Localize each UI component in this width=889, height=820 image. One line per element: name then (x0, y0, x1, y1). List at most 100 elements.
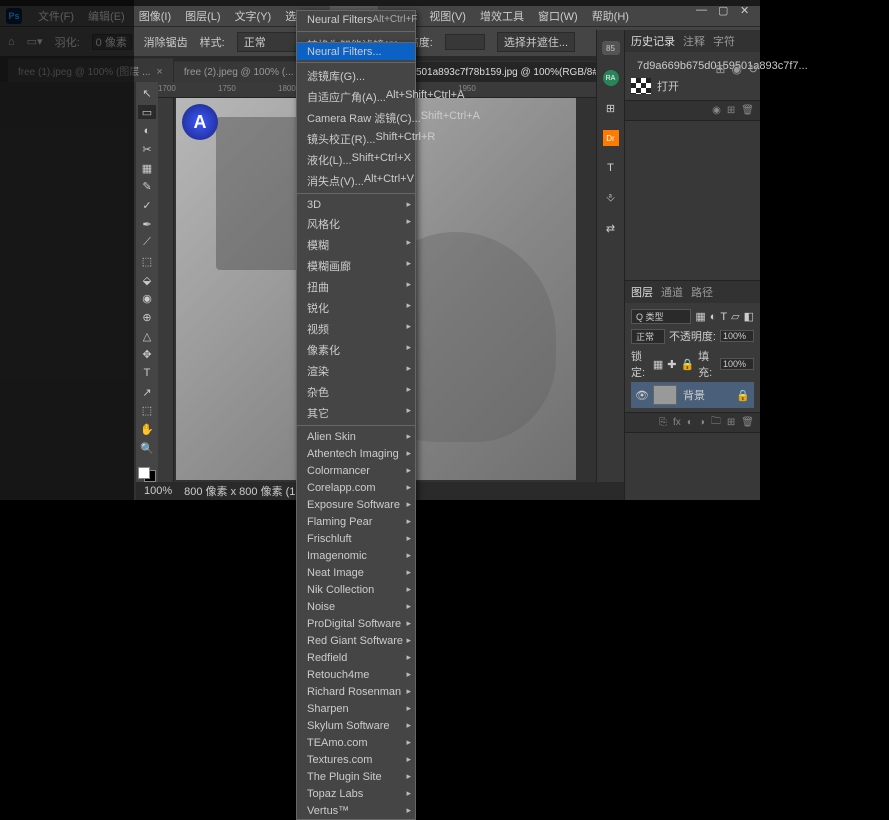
panel-tab[interactable]: 图层 (631, 284, 653, 300)
menu-图层l[interactable]: 图层(L) (179, 6, 226, 26)
tool-1[interactable]: ▭ (138, 105, 156, 120)
menu-文件f[interactable]: 文件(F) (32, 6, 80, 26)
new-state-icon[interactable]: ⊞ (727, 105, 735, 116)
panel-icon-5[interactable]: ⎀ (601, 188, 621, 208)
submenu-item[interactable]: TEAmo.com (297, 734, 415, 751)
lock-pixels-icon[interactable]: ▦ (653, 358, 663, 371)
submenu-item[interactable]: 渲染 (297, 360, 415, 381)
tool-11[interactable]: ◉ (138, 291, 156, 306)
snapshot-icon[interactable]: ◉ (712, 105, 721, 116)
menu-增效工具[interactable]: 增效工具 (474, 6, 530, 26)
tool-3[interactable]: ✂ (138, 142, 156, 157)
layer-row[interactable]: 👁 背景 🔒 (631, 382, 754, 408)
submenu-item[interactable]: Red Giant Software (297, 632, 415, 649)
submenu-item[interactable]: 扭曲 (297, 276, 415, 297)
submenu-item[interactable]: 镜头校正(R)...Shift+Ctrl+R (297, 128, 415, 149)
tool-preset-icon[interactable]: ▭▾ (27, 35, 43, 48)
tool-9[interactable]: ⬚ (138, 254, 156, 269)
fx-icon[interactable]: fx (673, 417, 681, 428)
submenu-item[interactable]: Corelapp.com (297, 479, 415, 496)
submenu-item[interactable]: Flaming Pear (297, 513, 415, 530)
panel-tab[interactable]: 字符 (713, 33, 735, 49)
submenu-item[interactable]: Alien Skin (297, 428, 415, 445)
panel-icon-6[interactable]: ⇄ (601, 218, 621, 238)
panel-tab[interactable]: 路径 (691, 284, 713, 300)
submenu-item[interactable]: Frischluft (297, 530, 415, 547)
submenu-item[interactable]: Skylum Software (297, 717, 415, 734)
tool-19[interactable]: 🔍 (138, 441, 156, 456)
panel-util-icon[interactable]: ⊞ (715, 62, 725, 76)
tool-13[interactable]: △ (138, 329, 156, 344)
submenu-item[interactable]: 杂色 (297, 381, 415, 402)
tool-12[interactable]: ⊕ (138, 310, 156, 325)
panel-icon-0[interactable]: 85 (601, 38, 621, 58)
submenu-item[interactable]: Colormancer (297, 462, 415, 479)
tool-16[interactable]: ↗ (138, 385, 156, 400)
submenu-item[interactable]: Textures.com (297, 751, 415, 768)
panel-util-icon[interactable]: ↻ (748, 62, 758, 76)
filter-smart-icon[interactable]: ◧ (744, 310, 754, 323)
submenu-item[interactable]: Camera Raw 滤镜(C)...Shift+Ctrl+A (297, 107, 415, 128)
menu-图像i[interactable]: 图像(I) (133, 6, 177, 26)
submenu-item[interactable]: Imagenomic (297, 547, 415, 564)
close-icon[interactable]: × (156, 66, 162, 78)
home-icon[interactable]: ⌂ (8, 36, 15, 48)
submenu-item[interactable]: 其它 (297, 402, 415, 423)
submenu-item[interactable]: 自适应广角(A)...Alt+Shift+Ctrl+A (297, 86, 415, 107)
tool-2[interactable]: ◐ (138, 123, 156, 138)
filter-adjust-icon[interactable]: ◐ (710, 311, 717, 323)
menu-视图v[interactable]: 视图(V) (423, 6, 472, 26)
filter-pixel-icon[interactable]: ▦ (695, 310, 705, 323)
panel-tab[interactable]: 注释 (683, 33, 705, 49)
submenu-item[interactable]: 锐化 (297, 297, 415, 318)
group-icon[interactable]: 🗀 (711, 414, 721, 431)
submenu-item[interactable]: Neural Filters... (297, 43, 415, 60)
trash-icon[interactable]: 🗑 (741, 417, 754, 428)
submenu-item[interactable]: 液化(L)...Shift+Ctrl+X (297, 149, 415, 170)
submenu-item[interactable]: ProDigital Software (297, 615, 415, 632)
visibility-icon[interactable]: 👁 (635, 389, 647, 402)
lock-position-icon[interactable]: ✚ (667, 358, 676, 371)
tool-0[interactable]: ↖ (138, 86, 156, 101)
panel-tab[interactable]: 历史记录 (631, 33, 675, 49)
panel-icon-4[interactable]: T (601, 158, 621, 178)
submenu-item[interactable]: Vertus™ (297, 802, 415, 819)
delete-icon[interactable]: 🗑 (741, 105, 754, 116)
panel-tab[interactable]: 通道 (661, 284, 683, 300)
adjustment-icon[interactable]: ◑ (699, 417, 705, 428)
menu-帮助h[interactable]: 帮助(H) (586, 6, 635, 26)
tool-14[interactable]: ✥ (138, 347, 156, 362)
menu-窗口w[interactable]: 窗口(W) (532, 6, 584, 26)
color-swatches[interactable] (138, 467, 156, 482)
history-step[interactable]: 打开 (631, 76, 754, 96)
submenu-item[interactable]: Noise (297, 598, 415, 615)
layer-filter-dropdown[interactable]: Q 类型 (631, 309, 691, 324)
panel-icon-3[interactable]: Dr (601, 128, 621, 148)
tool-8[interactable]: ⟋ (138, 235, 156, 250)
submenu-item[interactable]: Exposure Software (297, 496, 415, 513)
submenu-item[interactable]: Redfield (297, 649, 415, 666)
submenu-item[interactable]: Topaz Labs (297, 785, 415, 802)
filter-shape-icon[interactable]: ▱ (731, 310, 739, 323)
document-tab[interactable]: free (1).jpeg @ 100% (图层 ...× (8, 58, 173, 82)
menu-文字y[interactable]: 文字(Y) (229, 6, 278, 26)
submenu-item[interactable]: 模糊画廊 (297, 255, 415, 276)
new-layer-icon[interactable]: ⊞ (727, 417, 735, 428)
tool-7[interactable]: ✒ (138, 217, 156, 232)
lock-all-icon[interactable]: 🔒 (680, 358, 694, 371)
submenu-item[interactable]: 模糊 (297, 234, 415, 255)
panel-util-icon[interactable]: ◉ (731, 62, 741, 76)
minimize-button[interactable]: — (696, 4, 708, 16)
menu-item[interactable]: Neural FiltersAlt+Ctrl+F (297, 11, 415, 29)
tool-10[interactable]: ⬙ (138, 273, 156, 288)
tool-6[interactable]: ✓ (138, 198, 156, 213)
panel-icon-1[interactable]: RA (601, 68, 621, 88)
filter-text-icon[interactable]: T (720, 311, 727, 323)
opacity-input[interactable] (720, 330, 754, 342)
zoom-value[interactable]: 100% (144, 485, 172, 497)
maximize-button[interactable]: ▢ (718, 4, 730, 16)
submenu-item[interactable]: 视频 (297, 318, 415, 339)
mask-icon[interactable]: ◐ (687, 417, 693, 428)
antialias-checkbox[interactable]: 消除锯齿 (144, 34, 188, 50)
link-icon[interactable]: ⎘ (659, 417, 667, 428)
